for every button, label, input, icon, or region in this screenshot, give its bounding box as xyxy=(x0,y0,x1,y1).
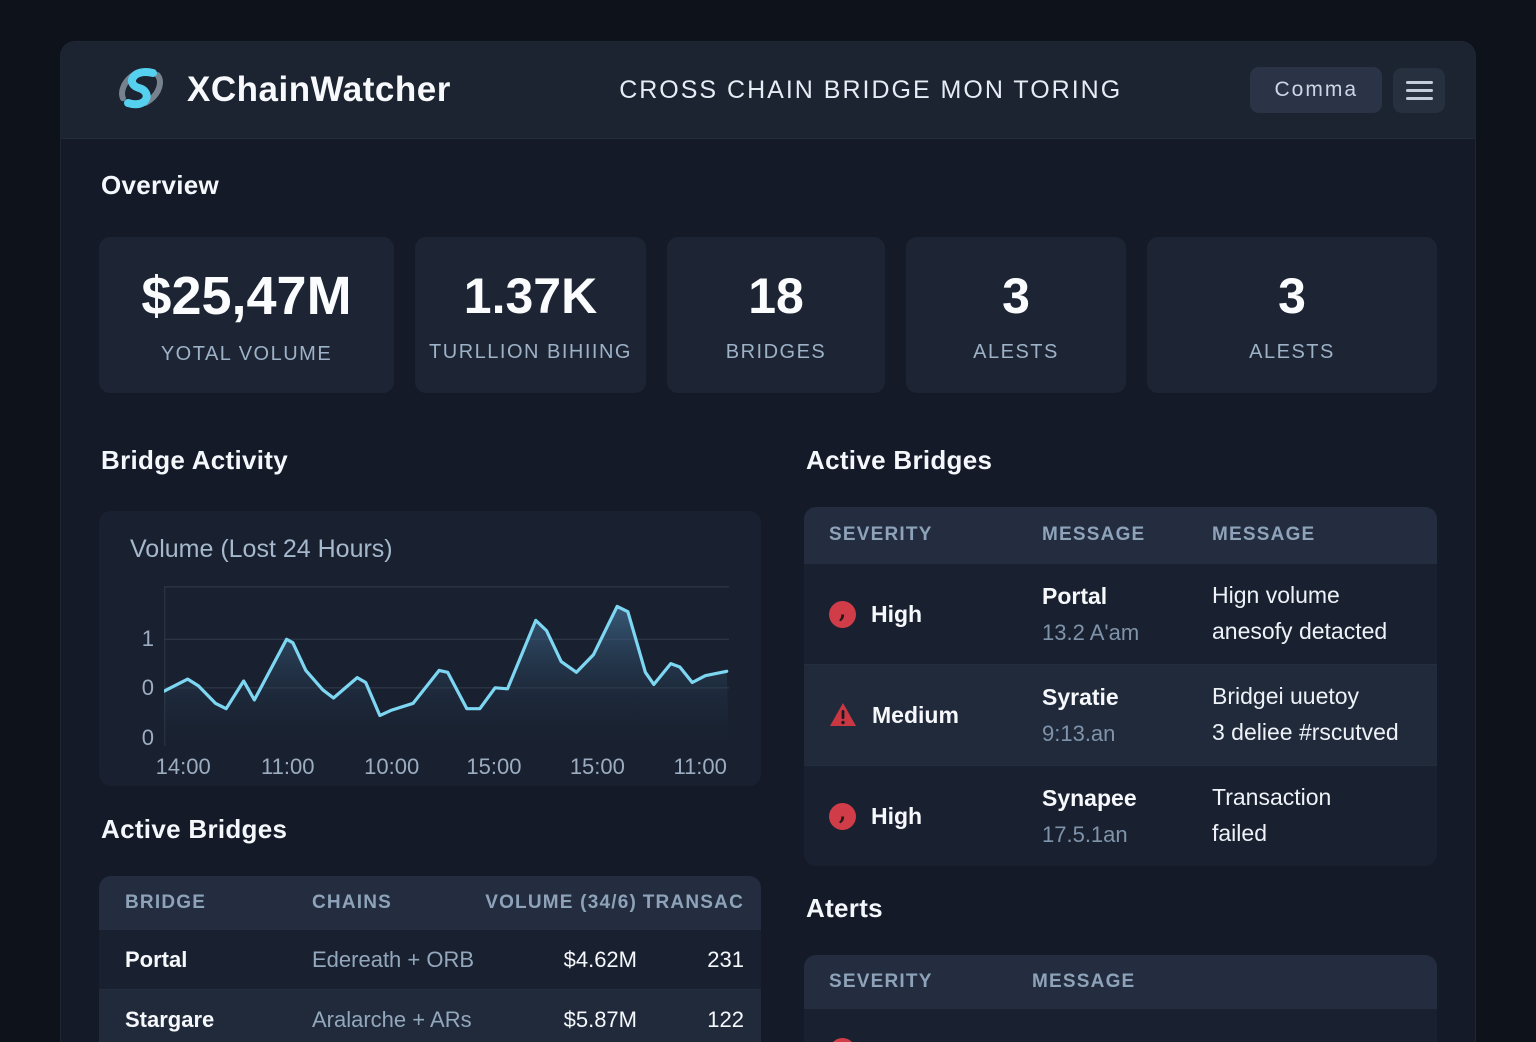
alert-message: Bridgei uuetoy xyxy=(1212,679,1437,715)
xchainwatcher-logo-icon xyxy=(113,60,169,121)
alerts-table: SEVERITY MESSAGE , High Porail Agetiune … xyxy=(804,955,1437,1042)
app-title: XChainWatcher xyxy=(187,70,451,110)
bridge-transactions: 231 xyxy=(637,947,761,973)
stats-row: $25,47M YOTAL VOLUME 1.37K TURLLION BIHI… xyxy=(99,237,1437,393)
alert-circle-icon: , xyxy=(829,601,856,628)
alert-message: failed xyxy=(1212,816,1437,852)
alert-bridge: Portal xyxy=(1042,583,1187,610)
severity-label: Medium xyxy=(872,702,959,729)
stat-card-transactions: 1.37K TURLLION BIHIING xyxy=(415,237,646,393)
alert-bridge: Syratie xyxy=(1042,684,1187,711)
bridge-name: Stargare xyxy=(99,1007,286,1033)
stat-value: $25,47M xyxy=(141,265,351,327)
alert-message: Porail Agetiune anonqly detacted xyxy=(1007,1034,1437,1042)
alert-circle-icon: , xyxy=(829,803,856,830)
stat-card-bridges: 18 BRIDGES xyxy=(667,237,885,393)
stat-label: BRIDGES xyxy=(726,341,827,364)
severity-label: High xyxy=(871,1038,922,1042)
overview-heading: Overview xyxy=(101,170,1437,201)
severity-label: High xyxy=(871,601,922,628)
alerts-table-header: SEVERITY MESSAGE xyxy=(804,955,1437,1008)
bridge-transactions: 122 xyxy=(637,1007,761,1033)
chart-area xyxy=(164,606,729,746)
chart-title: Volume (Lost 24 Hours) xyxy=(130,535,393,564)
volume-chart-svg xyxy=(164,586,729,746)
column-header: CHAINS xyxy=(286,892,476,914)
alert-message: Transaction xyxy=(1212,780,1437,816)
column-header: MESSAGE xyxy=(1017,524,1187,546)
alert-message: Hign volume xyxy=(1212,578,1437,614)
severity-table: SEVERITY MESSAGE MESSAGE , High Portal 1… xyxy=(804,507,1437,866)
x-tick-label: 11:00 xyxy=(673,754,726,780)
hamburger-icon xyxy=(1406,81,1433,84)
y-tick-label: 0 xyxy=(114,675,154,701)
stat-label: ALESTS xyxy=(973,341,1059,364)
bridge-chains: Aralarche + ARs xyxy=(286,1007,476,1033)
x-tick-label: 15:00 xyxy=(570,754,625,780)
comma-button[interactable]: Comma xyxy=(1250,67,1382,113)
active-bridges-alerts-heading: Active Bridges xyxy=(806,445,1437,476)
warning-triangle-icon xyxy=(829,702,857,728)
x-tick-label: 10:00 xyxy=(364,754,419,780)
alert-time: 17.5.1an xyxy=(1042,822,1187,848)
alert-row[interactable]: , High Synapee 17.5.1an Transaction fail… xyxy=(804,765,1437,866)
app-window: XChainWatcher CROSS CHAIN BRIDGE MON TOR… xyxy=(61,42,1475,1042)
column-header: VOLUME (34/6) xyxy=(476,892,637,914)
alerts-heading: Aterts xyxy=(806,893,1437,924)
stat-value: 18 xyxy=(748,267,804,325)
severity-label: High xyxy=(871,803,922,830)
alert-circle-icon: , xyxy=(829,1038,856,1042)
alert-row[interactable]: , High Porail Agetiune anonqly detacted xyxy=(804,1008,1437,1042)
alert-time: 9:13.an xyxy=(1042,721,1187,747)
bridge-volume: $4.62M xyxy=(476,947,637,973)
alert-row[interactable]: , High Portal 13.2 A'am Hign volume anes… xyxy=(804,563,1437,664)
bridge-chains: Edereath + ORB xyxy=(286,947,476,973)
table-row[interactable]: Portal Edereath + ORB $4.62M 231 xyxy=(99,929,761,989)
x-tick-label: 11:00 xyxy=(261,754,314,780)
bridge-name: Portal xyxy=(99,947,286,973)
bridge-volume: $5.87M xyxy=(476,1007,637,1033)
table-row[interactable]: Stargare Aralarche + ARs $5.87M 122 xyxy=(99,989,761,1042)
bridge-activity-heading: Bridge Activity xyxy=(101,445,761,476)
app-header: XChainWatcher CROSS CHAIN BRIDGE MON TOR… xyxy=(61,42,1475,139)
x-tick-label: 15:00 xyxy=(466,754,521,780)
stat-card-total-volume: $25,47M YOTAL VOLUME xyxy=(99,237,394,393)
x-axis: 14:00 11:00 10:00 15:00 15:00 11:00 xyxy=(164,754,729,780)
alert-bridge: Synapee xyxy=(1042,785,1187,812)
column-header: BRIDGE xyxy=(99,892,286,914)
stat-label: YOTAL VOLUME xyxy=(161,343,332,366)
header-actions: Comma xyxy=(1250,67,1445,113)
alert-time: 13.2 A'am xyxy=(1042,620,1187,646)
bridges-table-header: BRIDGE CHAINS VOLUME (34/6) TRANSAC xyxy=(99,876,761,929)
stat-card-alerts-2: 3 ALESTS xyxy=(1147,237,1437,393)
y-tick-label: 0 xyxy=(114,725,154,751)
column-header: MESSAGE xyxy=(1187,524,1437,546)
volume-chart: 1 0 0 xyxy=(164,586,729,746)
stat-value: 1.37K xyxy=(464,267,597,325)
column-header: SEVERITY xyxy=(804,524,1017,546)
stat-label: ALESTS xyxy=(1249,341,1335,364)
stat-value: 3 xyxy=(1278,267,1306,325)
page-title: CROSS CHAIN BRIDGE MON TORING xyxy=(451,76,1251,105)
active-bridges-heading: Active Bridges xyxy=(101,814,761,845)
x-tick-label: 14:00 xyxy=(156,754,211,780)
volume-chart-card: Volume (Lost 24 Hours) xyxy=(99,511,761,786)
column-header: SEVERITY xyxy=(804,971,1007,993)
brand: XChainWatcher xyxy=(113,60,451,121)
stat-value: 3 xyxy=(1002,267,1030,325)
y-tick-label: 1 xyxy=(114,626,154,652)
column-header: MESSAGE xyxy=(1007,971,1437,993)
bridges-table: BRIDGE CHAINS VOLUME (34/6) TRANSAC Port… xyxy=(99,876,761,1042)
severity-table-header: SEVERITY MESSAGE MESSAGE xyxy=(804,507,1437,563)
stat-card-alerts-1: 3 ALESTS xyxy=(906,237,1126,393)
alert-message: anesofy detacted xyxy=(1212,614,1437,650)
hamburger-menu-button[interactable] xyxy=(1393,68,1445,113)
alert-row[interactable]: Medium Syratie 9:13.an Bridgei uuetoy 3 … xyxy=(804,664,1437,765)
column-header: TRANSAC xyxy=(637,892,761,914)
stat-label: TURLLION BIHIING xyxy=(429,341,632,364)
alert-message: 3 deliee #rscutved xyxy=(1212,715,1437,751)
